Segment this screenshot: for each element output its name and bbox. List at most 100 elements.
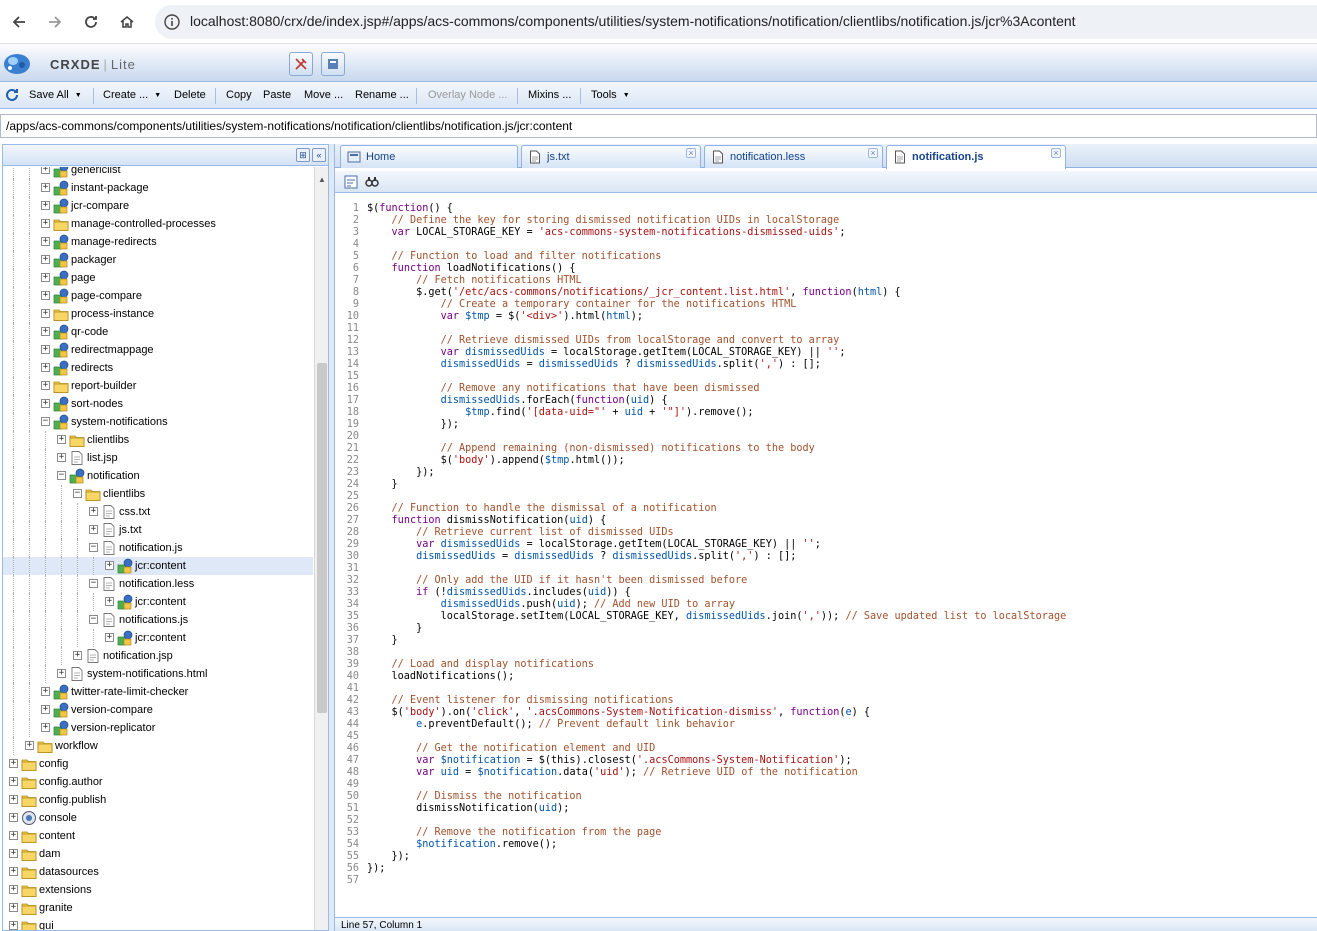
code-line[interactable]: // Remove any notifications that have be… <box>367 383 760 394</box>
tree-node-label[interactable]: version-compare <box>71 704 153 716</box>
tree-node-label[interactable]: datasources <box>39 866 99 878</box>
tab-notification-less[interactable]: notification.less × <box>704 145 883 168</box>
tree-node-label[interactable]: extensions <box>39 884 92 896</box>
code-line[interactable]: // Retrieve current list of dismissed UI… <box>367 527 674 538</box>
tree-node[interactable]: + twitter-rate-limit-checker <box>3 683 313 701</box>
collapse-node-icon[interactable]: − <box>89 615 98 624</box>
tree-node[interactable]: + jcr:content <box>3 557 313 575</box>
code-line[interactable]: var $tmp = $('<div>').html(html); <box>367 311 643 322</box>
expand-node-icon[interactable]: + <box>105 633 114 642</box>
code-line[interactable]: // Only add the UID if it hasn't been di… <box>367 575 747 586</box>
tree-node-label[interactable]: dam <box>39 848 60 860</box>
forward-button[interactable] <box>41 8 69 36</box>
tree-node[interactable]: + report-builder <box>3 377 313 395</box>
code-line[interactable]: }); <box>367 863 385 874</box>
expand-node-icon[interactable]: + <box>9 759 18 768</box>
code-line[interactable]: // Load and display notifications <box>367 659 594 670</box>
code-line[interactable]: // Retrieve dismissed UIDs from localSto… <box>367 335 840 346</box>
code-line[interactable]: // Fetch notifications HTML <box>367 275 582 286</box>
format-code-icon[interactable] <box>343 174 359 190</box>
tree-node-label[interactable]: manage-redirects <box>71 236 157 248</box>
create-button[interactable]: Create ... ▼ <box>103 89 161 101</box>
url-text[interactable]: localhost:8080/crx/de/index.jsp#/apps/ac… <box>190 13 1076 29</box>
code-line[interactable]: $(function() { <box>367 203 453 214</box>
tree-node[interactable]: + datasources <box>3 863 313 881</box>
tree-node[interactable]: − notification.less <box>3 575 313 593</box>
tree-node-label[interactable]: clientlibs <box>103 488 145 500</box>
tree-node[interactable]: + config.publish <box>3 791 313 809</box>
code-line[interactable]: // Function to load and filter notificat… <box>367 251 662 262</box>
expand-node-icon[interactable]: + <box>41 273 50 282</box>
expand-node-icon[interactable]: + <box>41 183 50 192</box>
tree-node[interactable]: + jcr:content <box>3 593 313 611</box>
tree-node-label[interactable]: css.txt <box>119 506 150 518</box>
tree-node-label[interactable]: js.txt <box>119 524 142 536</box>
code-line[interactable]: function loadNotifications() { <box>367 263 576 274</box>
tree-node[interactable]: + list.jsp <box>3 449 313 467</box>
collapse-node-icon[interactable]: − <box>73 489 82 498</box>
code-line[interactable]: dismissedUids = dismissedUids ? dismisse… <box>367 551 796 562</box>
tree-node-label[interactable]: granite <box>39 902 73 914</box>
tree-node-label[interactable]: redirects <box>71 362 113 374</box>
expand-node-icon[interactable]: + <box>41 291 50 300</box>
code-line[interactable]: var dismissedUids = localStorage.getItem… <box>367 347 846 358</box>
code-line[interactable]: var LOCAL_STORAGE_KEY = 'acs-commons-sys… <box>367 227 846 238</box>
tree-node-label[interactable]: workflow <box>55 740 98 752</box>
code-line[interactable]: }); <box>367 467 434 478</box>
site-info-icon[interactable] <box>163 13 181 31</box>
expand-node-icon[interactable]: + <box>9 903 18 912</box>
tree-node-label[interactable]: jcr:content <box>135 560 186 572</box>
tab-js-txt[interactable]: js.txt × <box>521 145 701 168</box>
tree-node[interactable]: + extensions <box>3 881 313 899</box>
overlay-node-button[interactable]: Overlay Node ... <box>428 89 507 101</box>
tree-node[interactable]: + version-compare <box>3 701 313 719</box>
tree-node-label[interactable]: page-compare <box>71 290 142 302</box>
paste-button[interactable]: Paste <box>263 89 291 101</box>
repository-button[interactable] <box>321 52 345 76</box>
tab-home[interactable]: Home <box>340 145 518 168</box>
code-line[interactable]: // Get the notification element and UID <box>367 743 655 754</box>
tree-node[interactable]: + qr-code <box>3 323 313 341</box>
collapse-node-icon[interactable]: − <box>41 417 50 426</box>
close-icon[interactable]: × <box>868 148 878 158</box>
expand-node-icon[interactable]: + <box>41 363 50 372</box>
tree-node[interactable]: + jcr-compare <box>3 197 313 215</box>
path-field[interactable]: /apps/acs-commons/components/utilities/s… <box>0 114 1317 138</box>
expand-node-icon[interactable]: + <box>41 381 50 390</box>
expand-node-icon[interactable]: + <box>105 561 114 570</box>
collapse-node-icon[interactable]: − <box>89 579 98 588</box>
tree-node-label[interactable]: report-builder <box>71 380 136 392</box>
code-line[interactable]: $.get('/etc/acs-commons/notifications/_j… <box>367 287 901 298</box>
tree-node-label[interactable]: notification.jsp <box>103 650 173 662</box>
tree-node[interactable]: + instant-package <box>3 179 313 197</box>
tree-node[interactable]: + sort-nodes <box>3 395 313 413</box>
tree-node-label[interactable]: config.author <box>39 776 103 788</box>
tree-node[interactable]: − notification.js <box>3 539 313 557</box>
move-button[interactable]: Move ... <box>304 89 343 101</box>
tree-node-label[interactable]: instant-package <box>71 182 149 194</box>
tree-node-label[interactable]: process-instance <box>71 308 154 320</box>
tree-node[interactable]: + redirects <box>3 359 313 377</box>
collapse-all-button[interactable]: ⊞ <box>296 148 310 162</box>
code-line[interactable]: dismissNotification(uid); <box>367 803 569 814</box>
expand-node-icon[interactable]: + <box>41 687 50 696</box>
tree-node[interactable]: + redirectmappage <box>3 341 313 359</box>
expand-node-icon[interactable]: + <box>41 309 50 318</box>
expand-node-icon[interactable]: + <box>89 525 98 534</box>
close-icon[interactable]: × <box>1051 148 1061 158</box>
tab-notification-js[interactable]: notification.js × <box>886 145 1066 169</box>
tree-node[interactable]: + content <box>3 827 313 845</box>
rename-button[interactable]: Rename ... <box>355 89 409 101</box>
tree-node-label[interactable]: clientlibs <box>87 434 129 446</box>
tree-node[interactable]: + console <box>3 809 313 827</box>
tree-node[interactable]: − notifications.js <box>3 611 313 629</box>
tree-node[interactable]: + page-compare <box>3 287 313 305</box>
tree-node[interactable]: + manage-redirects <box>3 233 313 251</box>
code-line[interactable]: $('body').append($tmp.html()); <box>367 455 625 466</box>
expand-node-icon[interactable]: + <box>57 435 66 444</box>
tree-node[interactable]: + genericlist <box>3 167 313 179</box>
expand-node-icon[interactable]: + <box>41 399 50 408</box>
scroll-up-icon[interactable]: ▲ <box>318 175 326 184</box>
expand-node-icon[interactable]: + <box>9 885 18 894</box>
expand-node-icon[interactable]: + <box>9 849 18 858</box>
